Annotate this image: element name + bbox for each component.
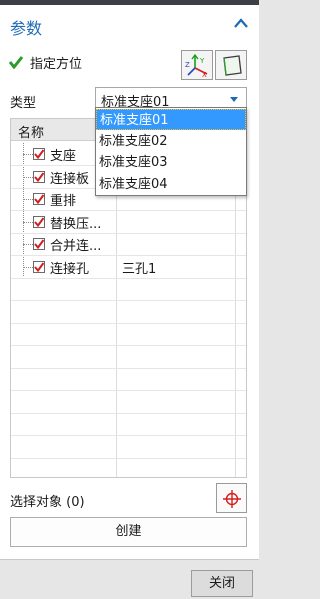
row-gridline xyxy=(11,367,246,369)
select-object-label: 选择对象 (0) xyxy=(10,495,85,510)
checkbox-checked-icon[interactable] xyxy=(33,193,45,205)
row-gridline xyxy=(11,277,246,279)
close-button[interactable]: 关闭 xyxy=(191,570,253,597)
section-title: 参数 xyxy=(10,19,43,38)
row-name: 重排 xyxy=(50,194,77,209)
collapse-chevron-icon[interactable] xyxy=(233,16,249,30)
create-button[interactable]: 创建 xyxy=(10,517,247,547)
tree-connector xyxy=(23,244,33,245)
row-name: 合并连... xyxy=(50,239,102,254)
row-gridline xyxy=(11,457,246,459)
row-name: 连接板 xyxy=(50,171,90,187)
row-gridline xyxy=(11,412,246,414)
dropdown-option[interactable]: 标准支座01 xyxy=(96,109,246,130)
tree-connector xyxy=(23,221,33,223)
table-row[interactable]: 连接孔 三孔1 xyxy=(11,256,246,278)
row-gridline xyxy=(11,300,246,301)
dropdown-option[interactable]: 标准支座02 xyxy=(96,131,246,152)
coordinate-system-icon: Y X Z xyxy=(185,54,208,78)
dropdown-option[interactable]: 标准支座04 xyxy=(96,174,246,195)
table-row[interactable]: 合并连... xyxy=(11,233,246,255)
type-label: 类型 xyxy=(10,96,37,111)
row-name: 支座 xyxy=(50,149,77,164)
row-gridline xyxy=(11,345,246,346)
row-gridline xyxy=(11,390,246,391)
table-row[interactable]: 替换压... xyxy=(11,211,246,233)
checkmark-icon xyxy=(9,56,23,69)
orientation-plane-button[interactable] xyxy=(215,50,247,80)
specify-orientation-label: 指定方位 xyxy=(30,57,83,72)
tree-connector xyxy=(23,176,33,178)
checkbox-checked-icon[interactable] xyxy=(33,215,45,228)
svg-text:X: X xyxy=(202,71,207,78)
column-header-name: 名称 xyxy=(18,126,45,141)
type-dropdown-list: 标准支座01 标准支座02 标准支座03 标准支座04 xyxy=(95,107,247,196)
select-object-button[interactable] xyxy=(216,483,247,513)
row-value: 三孔1 xyxy=(122,261,157,277)
parameters-panel: 参数 指定方位 Y X Z 类型 标准支座01 名称 支座 连接板 重排 替换压… xyxy=(0,5,259,560)
row-gridline xyxy=(11,322,246,324)
checkbox-checked-icon[interactable] xyxy=(33,260,45,273)
dropdown-arrow-icon xyxy=(230,97,238,102)
tree-connector xyxy=(23,154,33,155)
row-gridline xyxy=(11,435,246,436)
dropdown-option[interactable]: 标准支座03 xyxy=(96,152,246,173)
tree-connector xyxy=(23,266,33,268)
csys-dialog-button[interactable]: Y X Z xyxy=(181,50,213,80)
svg-text:Y: Y xyxy=(199,57,205,65)
row-name: 连接孔 xyxy=(50,261,90,277)
crosshair-icon xyxy=(223,490,241,508)
row-name: 替换压... xyxy=(50,216,102,232)
checkbox-checked-icon[interactable] xyxy=(33,170,45,183)
tree-connector xyxy=(23,199,33,200)
plane-icon xyxy=(223,55,242,76)
svg-text:Z: Z xyxy=(185,61,190,69)
checkbox-checked-icon[interactable] xyxy=(33,238,45,250)
checkbox-checked-icon[interactable] xyxy=(33,148,45,160)
